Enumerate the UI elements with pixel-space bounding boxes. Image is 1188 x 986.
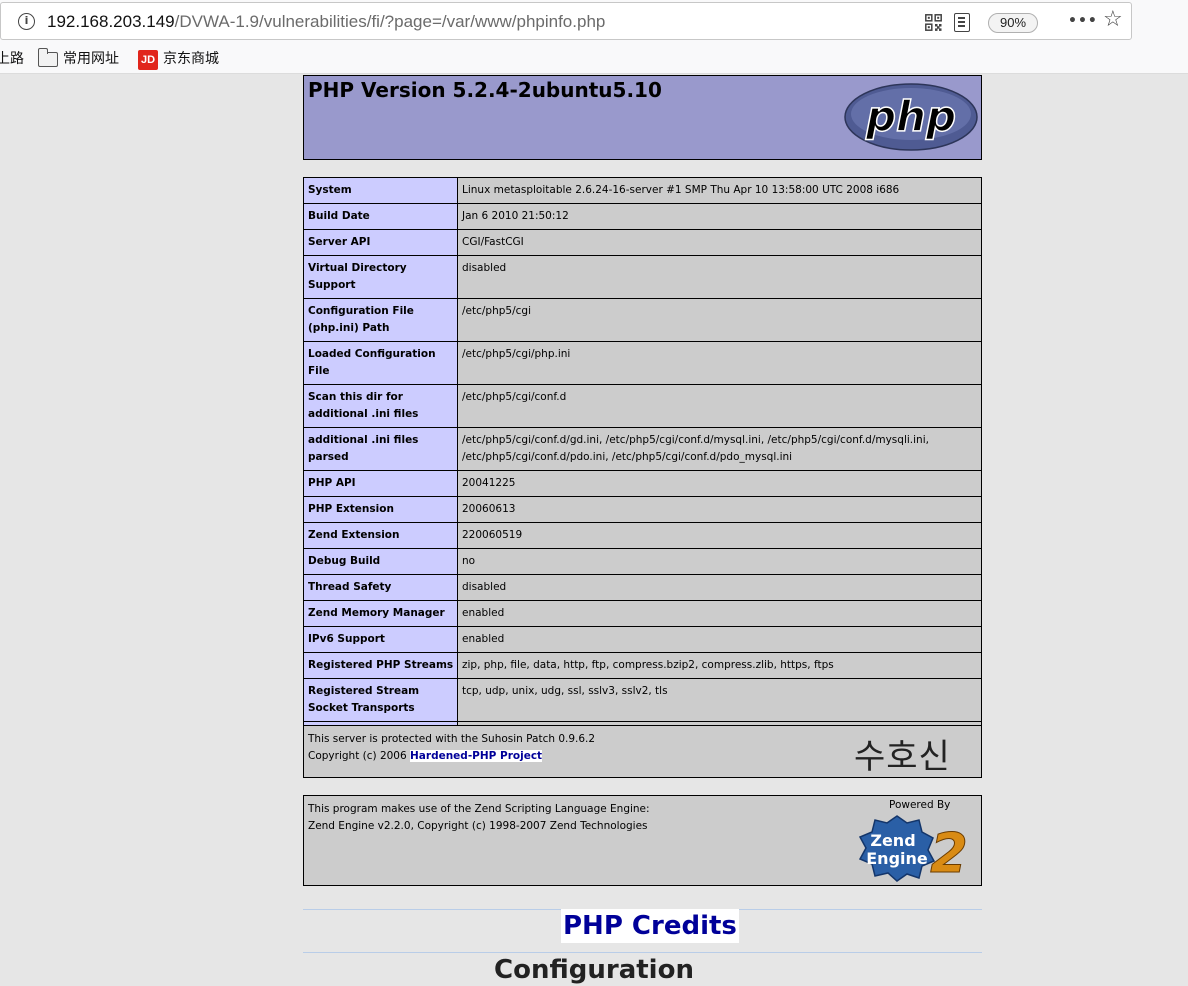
bookmark-item-common-sites[interactable]: 常用网址 (63, 49, 119, 69)
row-key: Debug Build (303, 548, 458, 575)
table-row: Zend Memory Manager enabled (303, 600, 982, 627)
svg-text:2: 2 (930, 822, 968, 882)
zend-line2: Zend Engine v2.2.0, Copyright (c) 1998-2… (308, 820, 648, 832)
bookmark-star-icon[interactable]: ☆ (1103, 8, 1123, 32)
row-value: /etc/php5/cgi/conf.d/gd.ini, /etc/php5/c… (457, 427, 982, 471)
svg-text:Engine: Engine (866, 849, 928, 868)
suhosin-line2: Copyright (c) 2006 Hardened-PHP Project (308, 748, 543, 765)
row-value: /etc/php5/cgi/php.ini (457, 341, 982, 385)
powered-by-label: Powered By (889, 799, 951, 811)
jd-icon: JD (138, 50, 158, 70)
phpinfo-table: System Linux metasploitable 2.6.24-16-ser… (303, 177, 982, 765)
bookmark-item-shanglu[interactable]: 上路 (0, 49, 24, 69)
svg-text:php: php (865, 92, 956, 141)
row-key: Server API (303, 229, 458, 256)
table-row: System Linux metasploitable 2.6.24-16-ser… (303, 177, 982, 204)
table-row: Virtual Directory Support disabled (303, 255, 982, 299)
row-key: Scan this dir for additional .ini files (303, 384, 458, 428)
suhosin-copyright: Copyright (c) 2006 (308, 750, 411, 762)
php-credits-link[interactable]: PHP Credits (561, 909, 739, 943)
page-title: PHP Version 5.2.4-2ubuntu5.10 (308, 78, 662, 102)
row-key: Registered PHP Streams (303, 652, 458, 679)
url-host: 192.168.203.149 (47, 12, 175, 31)
more-icon[interactable]: ••• (1068, 14, 1098, 28)
row-value: Linux metasploitable 2.6.24-16-server #1… (457, 177, 982, 204)
suhosin-box: This server is protected with the Suhosi… (303, 725, 982, 778)
row-value: /etc/php5/cgi/conf.d (457, 384, 982, 428)
reader-view-icon[interactable] (954, 13, 970, 32)
bookmarks-bar: 上路 常用网址 JD 京东商城 (0, 44, 1188, 74)
row-key: System (303, 177, 458, 204)
row-value: disabled (457, 574, 982, 601)
table-row: additional .ini files parsed/etc/php5/cg… (303, 427, 982, 471)
row-key: additional .ini files parsed (303, 427, 458, 471)
row-value: zip, php, file, data, http, ftp, compres… (457, 652, 982, 679)
row-value: no (457, 548, 982, 575)
row-key: Build Date (303, 203, 458, 230)
row-value: Jan 6 2010 21:50:12 (457, 203, 982, 230)
row-value: /etc/php5/cgi (457, 298, 982, 342)
row-key: Zend Extension (303, 522, 458, 549)
table-row: Server API CGI/FastCGI (303, 229, 982, 256)
row-value: 220060519 (457, 522, 982, 549)
row-value: disabled (457, 255, 982, 299)
row-key: PHP Extension (303, 496, 458, 523)
row-key: Configuration File (php.ini) Path (303, 298, 458, 342)
row-key: Zend Memory Manager (303, 600, 458, 627)
zend-box: This program makes use of the Zend Scrip… (303, 795, 982, 886)
table-row: IPv6 Support enabled (303, 626, 982, 653)
row-value: enabled (457, 600, 982, 627)
table-row: Zend Extension 220060519 (303, 522, 982, 549)
zend-engine-logo-icon: 2 Zend Engine (858, 815, 968, 882)
table-row: Loaded Configuration File/etc/php5/cgi/p… (303, 341, 982, 385)
svg-text:Zend: Zend (870, 831, 915, 850)
table-row: Thread Safety disabled (303, 574, 982, 601)
row-key: IPv6 Support (303, 626, 458, 653)
folder-icon (37, 48, 58, 67)
table-row: Debug Build no (303, 548, 982, 575)
configuration-heading: Configuration (494, 955, 694, 985)
table-row: Scan this dir for additional .ini files /… (303, 384, 982, 428)
browser-toolbar: i 192.168.203.149/DVWA-1.9/vulnerabiliti… (0, 0, 1188, 44)
table-row: PHP API 20041225 (303, 470, 982, 497)
table-row: Configuration File (php.ini) Path/etc/ph… (303, 298, 982, 342)
table-row: Registered Stream Socket Transports tcp, … (303, 678, 982, 722)
table-row: Build Date Jan 6 2010 21:50:12 (303, 203, 982, 230)
row-value: tcp, udp, unix, udg, ssl, sslv3, sslv2, … (457, 678, 982, 722)
url-text[interactable]: 192.168.203.149/DVWA-1.9/vulnerabilities… (47, 12, 605, 32)
suhosin-logo: 수호신 (854, 737, 951, 777)
suhosin-line1: This server is protected with the Suhosi… (308, 733, 596, 745)
row-value: enabled (457, 626, 982, 653)
page-content: PHP Version 5.2.4-2ubuntu5.10 php System… (0, 75, 1188, 986)
address-bar[interactable]: i 192.168.203.149/DVWA-1.9/vulnerabiliti… (0, 2, 1132, 40)
bookmark-item-jd-mall[interactable]: 京东商城 (163, 49, 219, 69)
info-icon[interactable]: i (18, 13, 35, 30)
table-row: Registered PHP Streams zip, php, file, da… (303, 652, 982, 679)
php-version-header: PHP Version 5.2.4-2ubuntu5.10 php (303, 75, 982, 160)
row-key: Thread Safety (303, 574, 458, 601)
row-key: Virtual Directory Support (303, 255, 458, 299)
zoom-level-badge[interactable]: 90% (988, 13, 1038, 33)
hardened-php-link[interactable]: Hardened-PHP Project (410, 750, 543, 762)
php-logo-icon: php (844, 83, 978, 151)
table-row: PHP Extension 20060613 (303, 496, 982, 523)
row-value: 20041225 (457, 470, 982, 497)
row-key: Registered Stream Socket Transports (303, 678, 458, 722)
row-value: 20060613 (457, 496, 982, 523)
qr-code-icon[interactable] (925, 14, 942, 31)
row-key: PHP API (303, 470, 458, 497)
url-path: /DVWA-1.9/vulnerabilities/fi/?page=/var/… (174, 12, 606, 31)
zend-line1: This program makes use of the Zend Scrip… (308, 803, 650, 815)
row-key: Loaded Configuration File (303, 341, 458, 385)
row-value: CGI/FastCGI (457, 229, 982, 256)
